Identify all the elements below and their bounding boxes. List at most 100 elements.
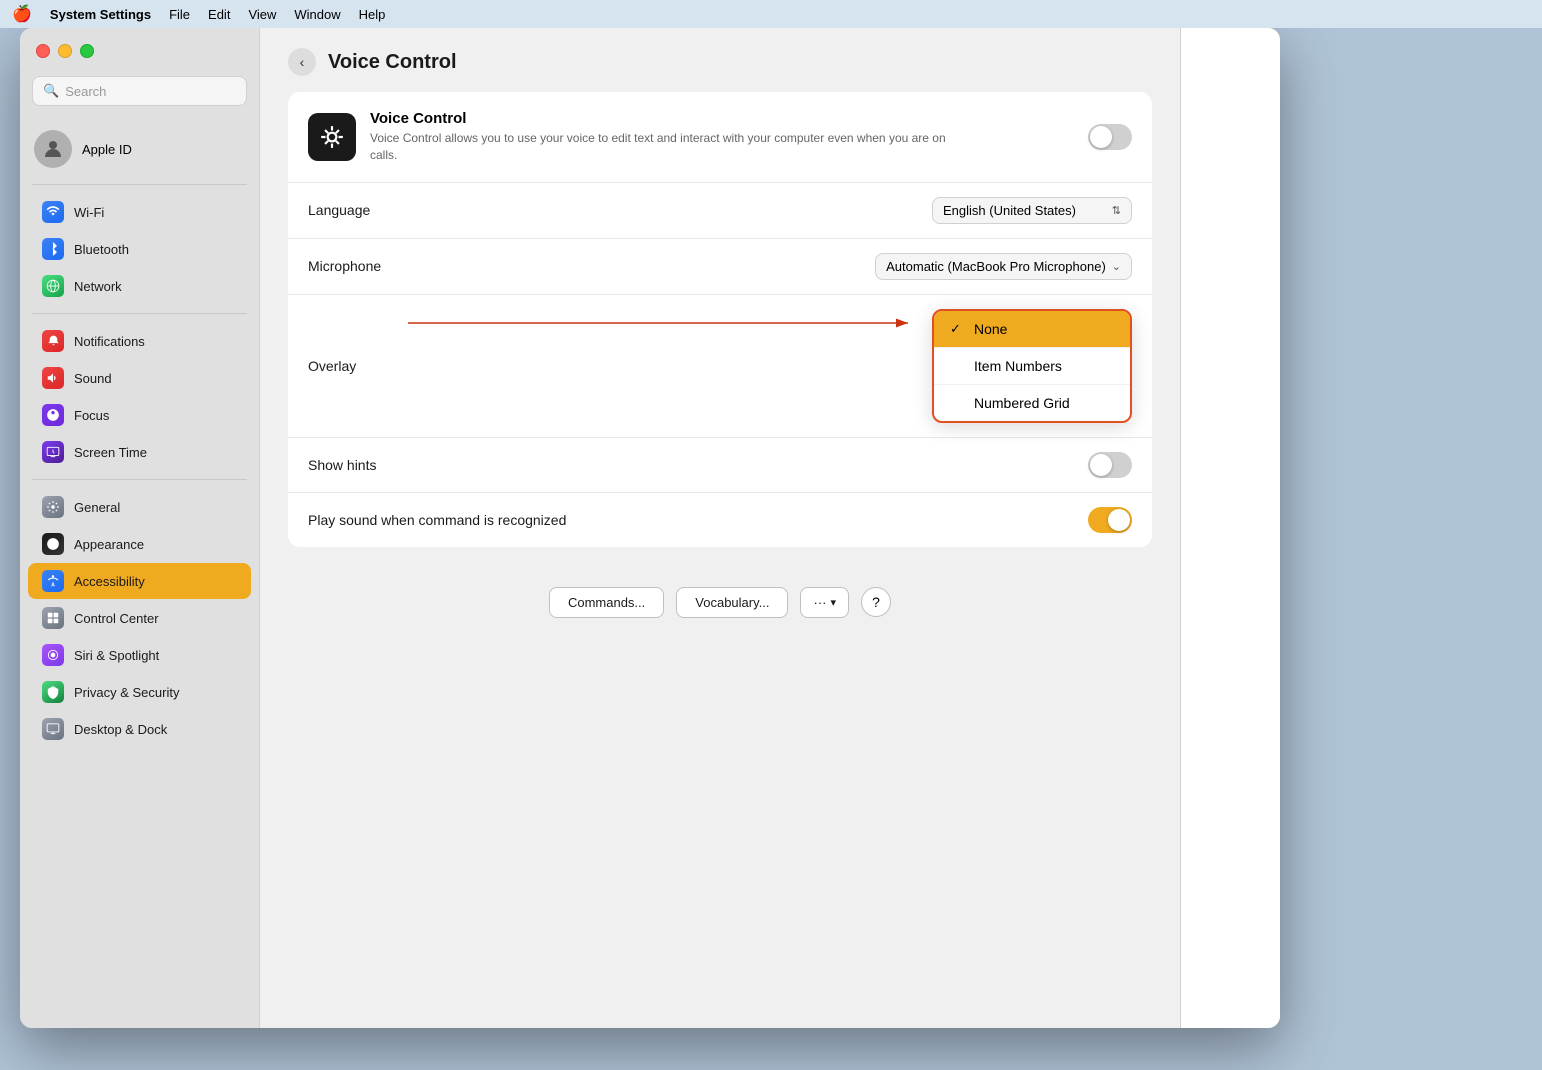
apple-id-row[interactable]: Apple ID [20,122,259,176]
overlay-label: Overlay [308,358,356,374]
page-title: Voice Control [328,51,457,74]
showhints-toggle[interactable] [1088,452,1132,478]
main-content: ‹ Voice Control [260,28,1180,1028]
sidebar-item-siri[interactable]: Siri & Spotlight [28,637,251,673]
microphone-select[interactable]: Automatic (MacBook Pro Microphone) ⌄ [875,253,1132,280]
search-placeholder: Search [65,84,106,99]
overlay-option-none[interactable]: ✓ None [934,311,1130,348]
more-button[interactable]: ··· ▾ [800,587,849,618]
menu-edit[interactable]: Edit [208,7,230,22]
sidebar-item-accessibility[interactable]: Accessibility [28,563,251,599]
sidebar-item-general[interactable]: General [28,489,251,525]
sidebar-item-appearance[interactable]: Appearance [28,526,251,562]
menu-window[interactable]: Window [294,7,340,22]
menu-help[interactable]: Help [359,7,386,22]
language-value[interactable]: English (United States) ⇅ [932,197,1132,224]
microphone-value[interactable]: Automatic (MacBook Pro Microphone) ⌄ [875,253,1132,280]
showhints-label: Show hints [308,457,376,473]
sidebar-section-system: General Appearance Accessibility [20,484,259,752]
bottom-buttons: Commands... Vocabulary... ··· ▾ ? [288,567,1152,638]
checkmark-icon: ✓ [950,321,966,337]
menu-file[interactable]: File [169,7,190,22]
avatar [34,130,72,168]
sidebar-item-label-bluetooth: Bluetooth [74,242,129,257]
minimize-button[interactable] [58,44,72,58]
sidebar-item-desktop[interactable]: Desktop & Dock [28,711,251,747]
search-icon: 🔍 [43,83,59,99]
focus-icon [42,404,64,426]
microphone-row: Microphone Automatic (MacBook Pro Microp… [288,239,1152,295]
playsound-toggle[interactable] [1088,507,1132,533]
sidebar-item-notifications[interactable]: Notifications [28,323,251,359]
sidebar-item-network[interactable]: Network [28,268,251,304]
sidebar-item-privacy[interactable]: Privacy & Security [28,674,251,710]
network-icon [42,275,64,297]
language-selected-value: English (United States) [943,203,1076,218]
overlay-option-item-numbers[interactable]: Item Numbers [934,348,1130,385]
microphone-selected-value: Automatic (MacBook Pro Microphone) [886,259,1106,274]
overlay-option-item-numbers-label: Item Numbers [974,358,1062,374]
sidebar-item-screentime[interactable]: Screen Time [28,434,251,470]
back-button[interactable]: ‹ [288,48,316,76]
app-name: System Settings [50,7,151,22]
apple-id-label: Apple ID [82,142,132,157]
content-area: Voice Control Voice Control allows you t… [260,92,1180,1028]
vc-description: Voice Control allows you to use your voi… [370,130,970,164]
sidebar-item-controlcenter[interactable]: Control Center [28,600,251,636]
sidebar-item-label-network: Network [74,279,122,294]
sidebar-item-label-appearance: Appearance [74,537,144,552]
language-select[interactable]: English (United States) ⇅ [932,197,1132,224]
window-body: 🔍 Search Apple ID [20,28,1280,1028]
sound-icon [42,367,64,389]
maximize-button[interactable] [80,44,94,58]
sidebar-item-label-wifi: Wi-Fi [74,205,104,220]
sidebar-item-sound[interactable]: Sound [28,360,251,396]
sidebar-item-label-privacy: Privacy & Security [74,685,179,700]
microphone-label: Microphone [308,258,381,274]
close-button[interactable] [36,44,50,58]
settings-card: Voice Control Voice Control allows you t… [288,92,1152,547]
general-icon [42,496,64,518]
sidebar-item-focus[interactable]: Focus [28,397,251,433]
language-label: Language [308,202,370,218]
screentime-icon [42,441,64,463]
playsound-label: Play sound when command is recognized [308,512,566,528]
sidebar-item-wifi[interactable]: Wi-Fi [28,194,251,230]
more-chevron-icon: ▾ [830,596,836,609]
stepper-arrows-icon: ⇅ [1112,204,1121,217]
apple-menu[interactable]: 🍎 [12,4,32,24]
sidebar-divider-2 [32,313,247,314]
vc-left: Voice Control Voice Control allows you t… [308,110,970,164]
menu-view[interactable]: View [248,7,276,22]
dropdown-arrow-icon: ⌄ [1112,260,1121,273]
toggle-knob [1090,126,1112,148]
overlay-option-none-label: None [974,321,1007,337]
playsound-row: Play sound when command is recognized [288,493,1152,547]
main-window: 🔍 Search Apple ID [20,28,1280,1028]
vc-text-block: Voice Control Voice Control allows you t… [370,110,970,164]
wifi-icon [42,201,64,223]
accessibility-icon [42,570,64,592]
back-icon: ‹ [300,54,305,70]
siri-icon [42,644,64,666]
commands-button[interactable]: Commands... [549,587,664,618]
privacy-icon [42,681,64,703]
help-button[interactable]: ? [861,587,891,617]
right-panel-peek [1180,28,1280,1028]
sidebar-item-label-accessibility: Accessibility [74,574,145,589]
vocabulary-button[interactable]: Vocabulary... [676,587,788,618]
overlay-dropdown-popup: ✓ None Item Numbers Numbered Grid [932,309,1132,423]
showhints-toggle-knob [1090,454,1112,476]
sidebar-item-label-siri: Siri & Spotlight [74,648,159,663]
overlay-option-numbered-grid[interactable]: Numbered Grid [934,385,1130,421]
voice-control-toggle[interactable] [1088,124,1132,150]
appearance-icon [42,533,64,555]
sidebar-item-bluetooth[interactable]: Bluetooth [28,231,251,267]
playsound-toggle-knob [1108,509,1130,531]
more-icon: ··· [813,595,826,610]
search-box[interactable]: 🔍 Search [32,76,247,106]
sidebar-item-label-general: General [74,500,120,515]
sidebar-section-prefs: Notifications Sound Focus [20,318,259,475]
sidebar-divider-3 [32,479,247,480]
sidebar-item-label-notifications: Notifications [74,334,145,349]
